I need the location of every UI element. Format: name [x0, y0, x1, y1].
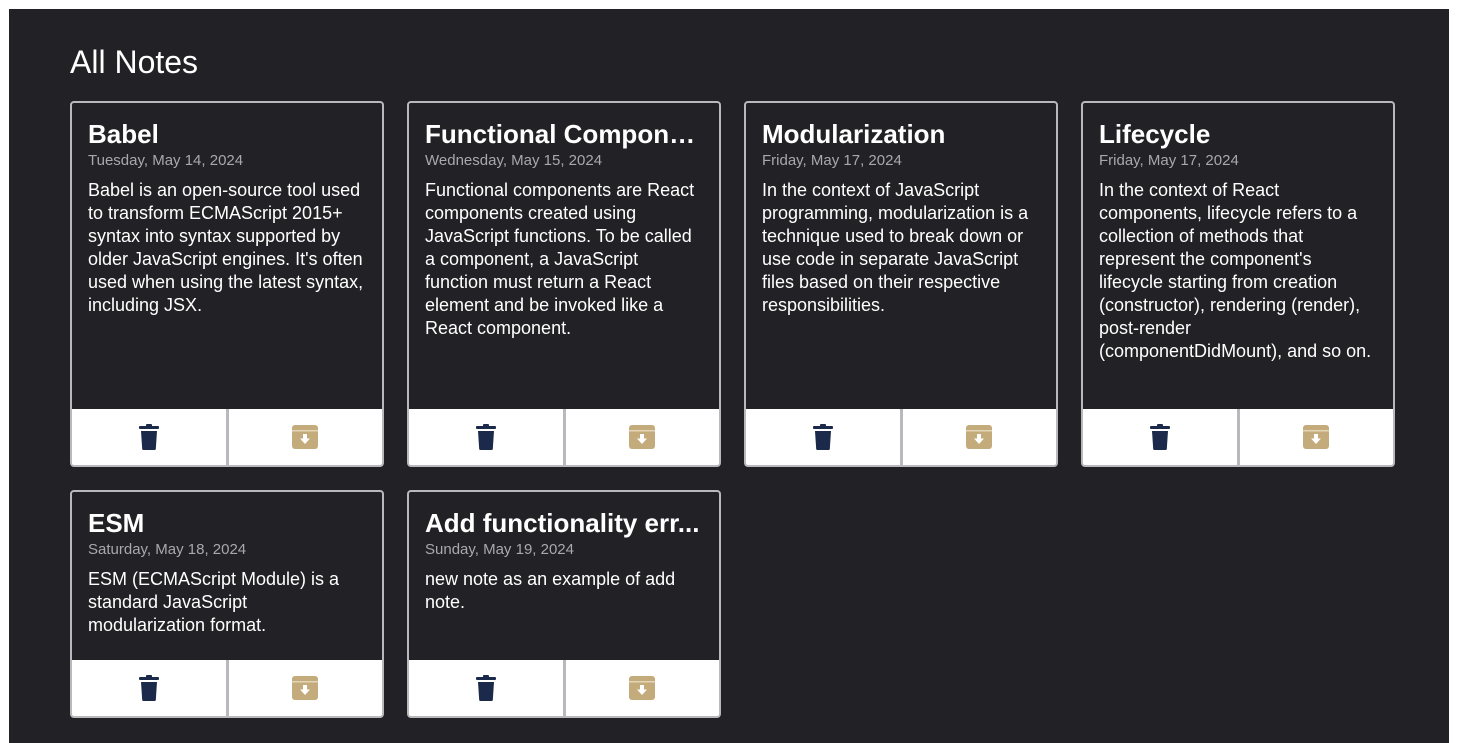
note-title[interactable]: ESM [88, 508, 366, 538]
note-body: Babel Tuesday, May 14, 2024 Babel is an … [72, 103, 382, 409]
note-date: Wednesday, May 15, 2024 [425, 152, 603, 169]
note-title[interactable]: Lifecycle [1099, 119, 1377, 149]
trash-icon [812, 424, 833, 450]
note-actions [409, 660, 719, 716]
trash-icon [138, 424, 159, 450]
archive-icon [292, 676, 319, 700]
archive-icon [966, 425, 993, 449]
note-text: new note as an example of add note. [425, 569, 676, 612]
note-card: Babel Tuesday, May 14, 2024 Babel is an … [70, 101, 384, 467]
archive-button[interactable] [899, 409, 1056, 465]
note-text: Functional components are React componen… [425, 180, 695, 338]
note-date: Tuesday, May 14, 2024 [88, 152, 244, 169]
note-title[interactable]: Modularization [762, 119, 1040, 149]
note-card: Add functionality err... Sunday, May 19,… [407, 490, 721, 718]
note-title[interactable]: Add functionality err... [425, 508, 703, 538]
note-text: In the context of React components, life… [1099, 180, 1372, 361]
notes-grid: Babel Tuesday, May 14, 2024 Babel is an … [70, 101, 1395, 718]
delete-button[interactable] [409, 409, 563, 465]
archive-icon [629, 676, 656, 700]
delete-button[interactable] [1083, 409, 1237, 465]
app-container: All Notes Babel Tuesday, May 14, 2024 Ba… [9, 9, 1449, 743]
delete-button[interactable] [72, 660, 226, 716]
note-text: ESM (ECMAScript Module) is a standard Ja… [88, 569, 340, 635]
note-title[interactable]: Babel [88, 119, 366, 149]
delete-button[interactable] [409, 660, 563, 716]
note-actions [746, 409, 1056, 465]
archive-button[interactable] [225, 409, 382, 465]
note-text: Babel is an open-source tool used to tra… [88, 180, 364, 315]
trash-icon [1149, 424, 1170, 450]
note-body: Modularization Friday, May 17, 2024 In t… [746, 103, 1056, 409]
page-title: All Notes [70, 44, 199, 80]
archive-icon [292, 425, 319, 449]
note-actions [1083, 409, 1393, 465]
archive-button[interactable] [562, 409, 719, 465]
note-body: Add functionality err... Sunday, May 19,… [409, 492, 719, 660]
archive-button[interactable] [225, 660, 382, 716]
trash-icon [138, 675, 159, 701]
note-date: Sunday, May 19, 2024 [425, 541, 574, 558]
trash-icon [475, 424, 496, 450]
archive-icon [629, 425, 656, 449]
archive-button[interactable] [562, 660, 719, 716]
note-text: In the context of JavaScript programming… [762, 180, 1029, 315]
note-card: Lifecycle Friday, May 17, 2024 In the co… [1081, 101, 1395, 467]
note-card: Functional Compone... Wednesday, May 15,… [407, 101, 721, 467]
delete-button[interactable] [746, 409, 900, 465]
delete-button[interactable] [72, 409, 226, 465]
note-actions [72, 660, 382, 716]
note-title[interactable]: Functional Compone... [425, 119, 703, 149]
note-body: ESM Saturday, May 18, 2024 ESM (ECMAScri… [72, 492, 382, 660]
note-date: Friday, May 17, 2024 [1099, 152, 1239, 169]
note-card: Modularization Friday, May 17, 2024 In t… [744, 101, 1058, 467]
archive-icon [1303, 425, 1330, 449]
archive-button[interactable] [1236, 409, 1393, 465]
note-actions [72, 409, 382, 465]
trash-icon [475, 675, 496, 701]
note-body: Functional Compone... Wednesday, May 15,… [409, 103, 719, 409]
note-date: Saturday, May 18, 2024 [88, 541, 247, 558]
note-body: Lifecycle Friday, May 17, 2024 In the co… [1083, 103, 1393, 409]
note-card: ESM Saturday, May 18, 2024 ESM (ECMAScri… [70, 490, 384, 718]
note-date: Friday, May 17, 2024 [762, 152, 902, 169]
note-actions [409, 409, 719, 465]
